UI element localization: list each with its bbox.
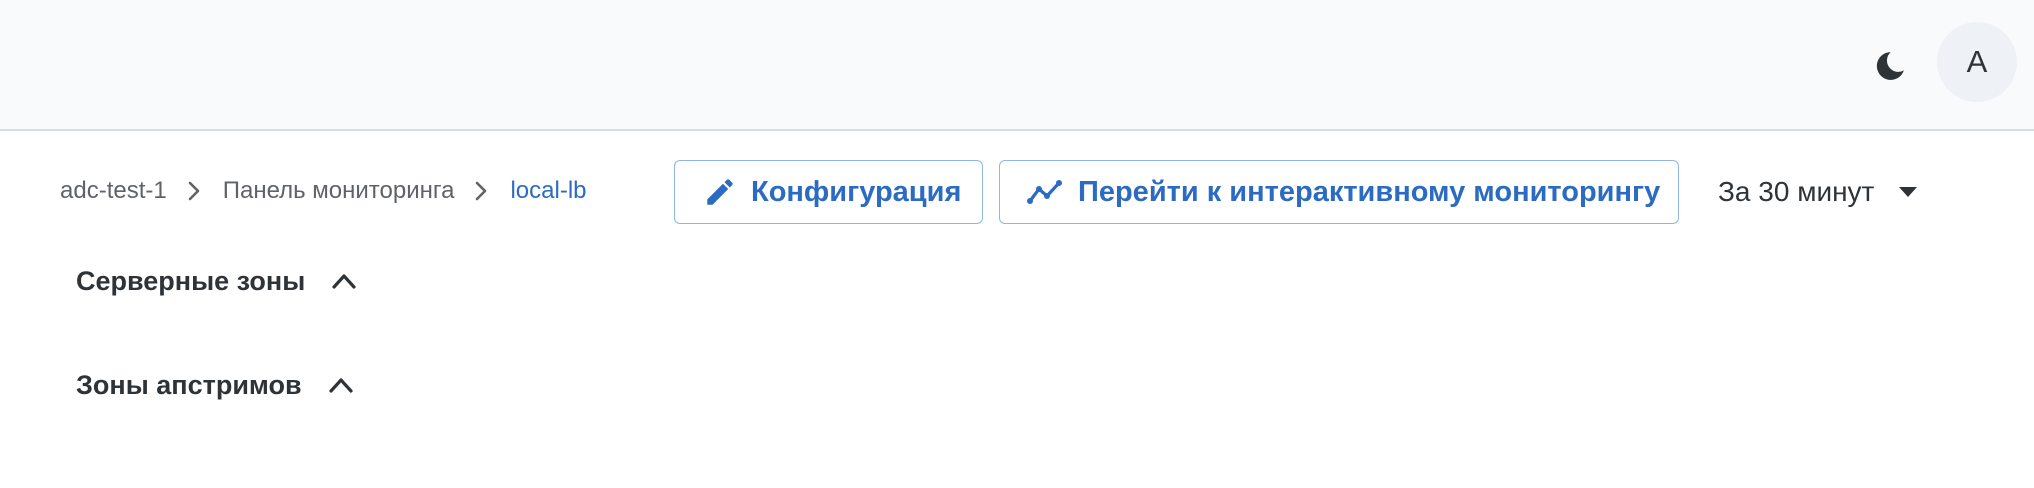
section-server-zones[interactable]: Серверные зоны bbox=[76, 259, 357, 303]
breadcrumb-item-current: local-lb bbox=[510, 177, 587, 204]
chevron-up-icon bbox=[328, 376, 354, 394]
pencil-icon bbox=[703, 175, 737, 209]
caret-down-icon bbox=[1898, 186, 1918, 198]
top-bar: A bbox=[0, 0, 2034, 131]
breadcrumb-item-project[interactable]: adc-test-1 bbox=[60, 177, 167, 205]
interactive-monitoring-button[interactable]: Перейти к интерактивному мониторингу bbox=[999, 160, 1679, 224]
chevron-right-icon bbox=[474, 180, 488, 202]
breadcrumb-item-dashboard[interactable]: Панель мониторинга bbox=[223, 177, 455, 205]
section-upstream-zones[interactable]: Зоны апстримов bbox=[76, 363, 354, 407]
configuration-button[interactable]: Конфигурация bbox=[674, 160, 983, 224]
moon-icon bbox=[1876, 52, 1904, 80]
interactive-monitoring-button-label: Перейти к интерактивному мониторингу bbox=[1078, 175, 1661, 208]
time-range-value: За 30 минут bbox=[1718, 176, 1875, 207]
breadcrumb: adc-test-1 Панель мониторинга local-lb bbox=[60, 171, 587, 211]
chart-line-icon bbox=[1026, 177, 1064, 207]
time-range-select[interactable]: За 30 минут bbox=[1718, 170, 1918, 214]
avatar[interactable]: A bbox=[1937, 22, 2017, 102]
configuration-button-label: Конфигурация bbox=[751, 175, 962, 208]
section-title: Зоны апстримов bbox=[76, 369, 302, 400]
section-title: Серверные зоны bbox=[76, 265, 306, 296]
chevron-right-icon bbox=[187, 180, 201, 202]
theme-toggle-button[interactable] bbox=[1866, 42, 1914, 90]
chevron-up-icon bbox=[331, 272, 357, 290]
